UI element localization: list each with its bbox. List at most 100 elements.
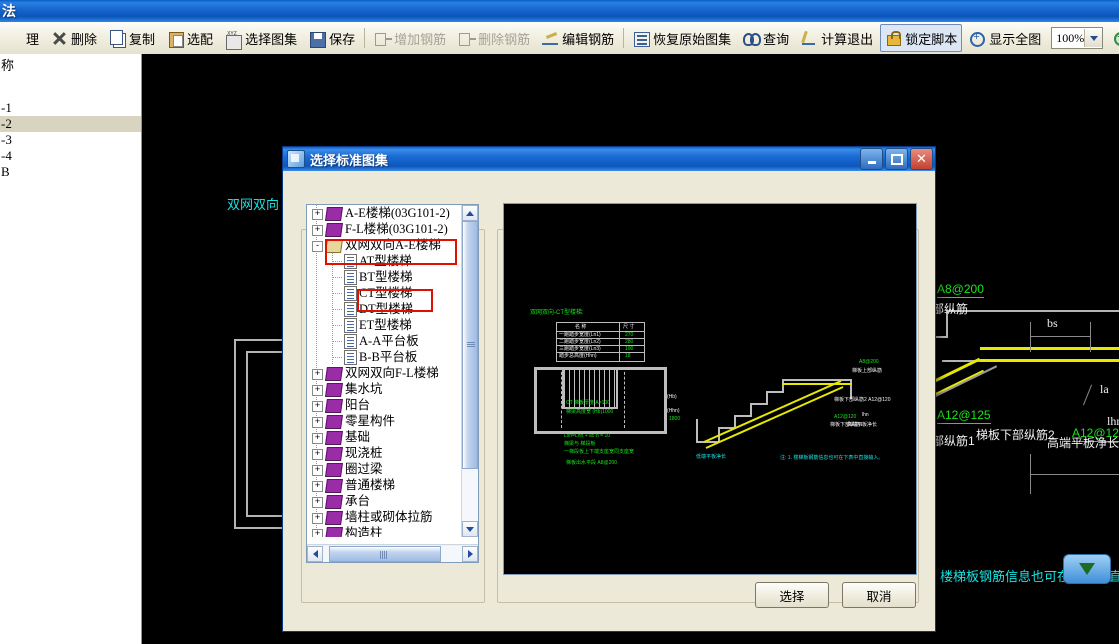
zoom-level-combobox[interactable]: 100% [1051,27,1104,49]
document-icon [344,270,357,285]
left-panel-row-4[interactable]: B [0,164,141,180]
toolbar-item-query[interactable]: 查询 [738,24,794,52]
dialog-titlebar[interactable]: 选择标准图集 ✕ [283,147,935,171]
minimize-button[interactable] [860,148,883,170]
graphic-preview[interactable]: 双网双向-CT型楼梯: 名 称 尺 寸 一跑踏步宽度(Ln1) 270 二跑踏步… [503,203,917,575]
chevron-down-icon[interactable] [1084,29,1103,47]
toolbar-item-zoom-in[interactable]: 放大 [1108,24,1119,52]
toolbar-item-add-rebar[interactable]: 增加钢筋 [369,24,451,52]
expand-icon[interactable]: + [312,513,323,524]
tree-node[interactable]: - 双网双向A-E楼梯 [307,237,461,253]
atlas-tree[interactable]: + A-E楼梯(03G101-2) + F-L楼梯(03G101-2) - 双网双向A-E… [306,204,479,563]
preview-plan-note-1: 梯梁高度宽 (Hb)1000 [566,409,614,415]
scroll-down-button[interactable] [1063,554,1111,584]
toolbar-item-restore-atlas[interactable]: 恢复原始图集 [628,24,736,52]
left-panel-row-2[interactable]: -3 [0,132,141,148]
tree-node[interactable]: + 圈过梁 [307,461,461,477]
tree-node[interactable]: + 构造柱 [307,525,461,537]
canvas-label-A8-200: A8@200 [937,282,984,298]
scroll-left-button[interactable] [307,545,323,562]
toolbar-item-delete[interactable]: 删除 [46,24,102,52]
expand-icon[interactable]: + [312,417,323,428]
hscroll-track[interactable] [323,545,462,562]
tree-horizontal-scrollbar[interactable] [307,544,478,562]
expand-icon[interactable]: + [312,497,323,508]
tree-node[interactable]: + 阳台 [307,397,461,413]
tree-node[interactable]: + 零星构件 [307,413,461,429]
tree-node[interactable]: + 普通楼梯 [307,477,461,493]
tree-node-label: BT型楼梯 [359,270,413,284]
collapse-icon[interactable]: - [312,241,323,252]
tree-guide-line [316,349,317,365]
toolbar-item-save[interactable]: 保存 [304,24,360,52]
tree-node[interactable]: + 墙柱或砌体拉筋 [307,509,461,525]
toolbar-item-calc-exit[interactable]: 计算退出 [796,24,878,52]
document-icon [344,254,357,269]
main-window-title: 法 [2,3,16,19]
tree-node[interactable]: + 承台 [307,493,461,509]
tree-node-label: F-L楼梯(03G101-2) [345,222,448,236]
toolbar-item-copy[interactable]: 复制 [104,24,160,52]
tree-node[interactable]: + F-L楼梯(03G101-2) [307,221,461,237]
left-panel-row-3[interactable]: -4 [0,148,141,164]
chevron-right-icon [467,549,473,558]
toolbar-item-select-atlas[interactable]: 选择图集 [220,24,302,52]
left-panel-row-1[interactable]: -2 [0,116,141,132]
scroll-down-button[interactable] [462,521,478,537]
toolbar-item-lock-script[interactable]: 锁定脚本 [880,24,963,52]
scroll-up-button[interactable] [462,205,478,221]
expand-icon[interactable]: + [312,529,323,537]
tree-node[interactable]: + 集水坑 [307,381,461,397]
preview-td-r3c1: 18 [625,353,631,359]
toolbar-item-edit-rebar[interactable]: 编辑钢筋 [537,24,619,52]
hscroll-thumb[interactable] [329,545,441,562]
canvas-step-line [946,310,1119,312]
preview-sec-note-1: 梯板上部纵筋 [852,368,883,374]
cancel-button[interactable]: 取消 [842,582,916,608]
minimize-icon [867,160,876,164]
toolbar-label: 复制 [129,31,156,47]
tree-node[interactable]: A-A平台板 [307,333,461,349]
preview-dim-c: 1800 [669,416,681,422]
book-icon [325,415,343,429]
tree-node[interactable]: + A-E楼梯(03G101-2) [307,205,461,221]
tree-node[interactable]: DT型楼梯 [307,301,461,317]
tree-node[interactable]: + 现浇桩 [307,445,461,461]
vscroll-track[interactable] [462,221,478,521]
left-tree-panel[interactable]: 称 -1 -2 -3 -4 B [0,54,142,644]
expand-icon[interactable]: + [312,225,323,236]
expand-icon[interactable]: + [312,433,323,444]
tree-node[interactable]: BT型楼梯 [307,269,461,285]
document-icon [344,302,357,317]
expand-icon[interactable]: + [312,401,323,412]
atlas-tree-scroll-area[interactable]: + A-E楼梯(03G101-2) + F-L楼梯(03G101-2) - 双网双向A-E… [307,205,461,537]
tree-node[interactable]: CT型楼梯 [307,285,461,301]
tree-node[interactable]: ET型楼梯 [307,317,461,333]
vscroll-thumb[interactable] [462,221,478,469]
copy-icon [109,29,126,47]
toolbar-item-edit[interactable]: 理 [1,24,44,52]
maximize-button[interactable] [885,148,908,170]
left-panel-row-0[interactable]: -1 [0,100,141,116]
tree-node[interactable]: + 双网双向F-L楼梯 [307,365,461,381]
preview-td-r1c1: 280 [625,339,634,345]
expand-icon[interactable]: + [312,481,323,492]
toolbar-item-match[interactable]: 选配 [162,24,218,52]
tree-vertical-scrollbar[interactable] [461,205,478,537]
expand-icon[interactable]: + [312,209,323,220]
atlas-icon [225,30,243,50]
toolbar-item-delete-rebar[interactable]: 删除钢筋 [453,24,535,52]
expand-icon[interactable]: + [312,385,323,396]
expand-icon[interactable]: + [312,449,323,460]
expand-icon[interactable]: + [312,465,323,476]
book-icon [325,479,343,493]
tree-guide-line [333,309,343,310]
select-button[interactable]: 选择 [755,582,829,608]
close-button[interactable]: ✕ [910,148,933,170]
tree-node[interactable]: + 基础 [307,429,461,445]
scroll-right-button[interactable] [462,545,478,562]
toolbar-item-fit-view[interactable]: 显示全图 [964,24,1046,52]
tree-node[interactable]: B-B平台板 [307,349,461,365]
tree-node[interactable]: AT型楼梯 [307,253,461,269]
expand-icon[interactable]: + [312,369,323,380]
